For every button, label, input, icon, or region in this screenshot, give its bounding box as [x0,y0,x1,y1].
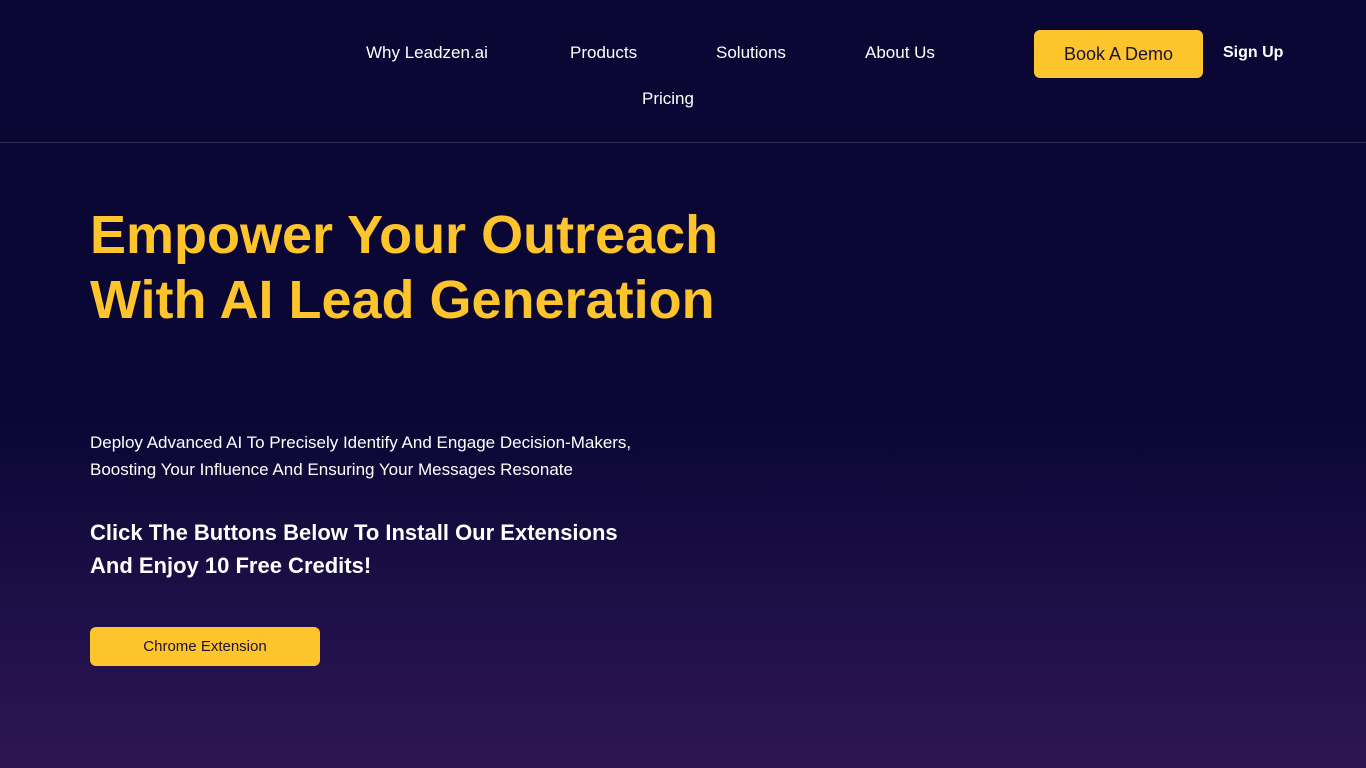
hero-subtitle: Deploy Advanced AI To Precisely Identify… [90,433,632,479]
book-demo-button[interactable]: Book A Demo [1034,30,1203,78]
extension-cta-text: Click The Buttons Below To Install Our E… [90,520,618,578]
sign-up-link[interactable]: Sign Up [1223,43,1283,63]
site-header: Why Leadzen.ai Products Solutions About … [0,0,1366,143]
nav-solutions[interactable]: Solutions [716,43,786,63]
nav-why-leadzen[interactable]: Why Leadzen.ai [366,43,488,63]
chrome-extension-button[interactable]: Chrome Extension [90,627,320,666]
hero-title: Empower Your Outreach With AI Lead Gener… [90,205,719,330]
nav-about-us[interactable]: About Us [865,43,935,63]
nav-pricing[interactable]: Pricing [642,89,694,109]
nav-products[interactable]: Products [570,43,637,63]
